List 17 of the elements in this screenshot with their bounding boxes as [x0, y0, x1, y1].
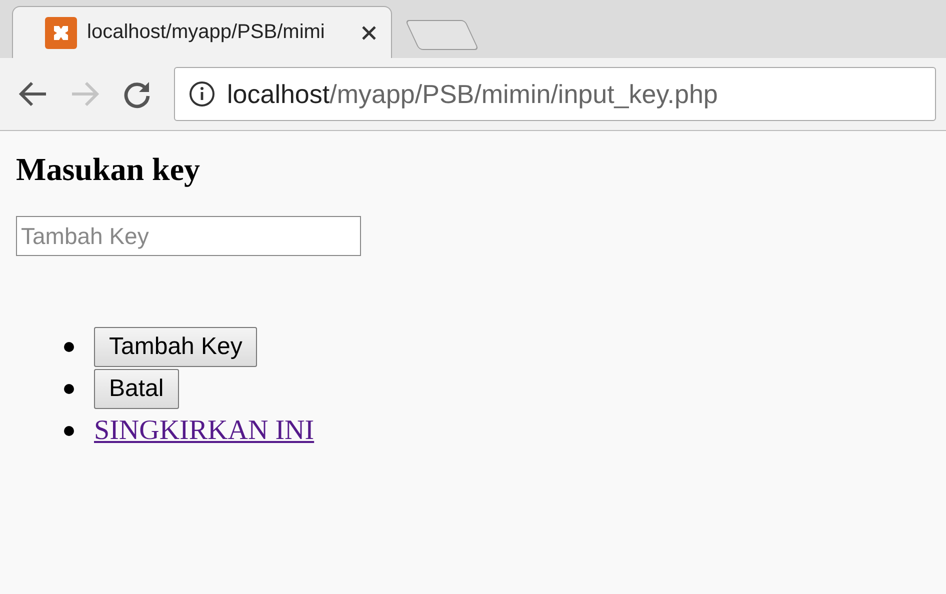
- url-host: localhost: [227, 78, 330, 110]
- key-input[interactable]: Tambah Key: [16, 216, 361, 256]
- url-path: /myapp/PSB/mimin/input_key.php: [330, 78, 718, 110]
- info-icon: [189, 81, 215, 107]
- action-button[interactable]: Tambah Key: [94, 327, 258, 367]
- back-icon[interactable]: [18, 81, 48, 107]
- tab-title: localhost/myapp/PSB/mimi: [87, 21, 326, 44]
- bullet-icon: [64, 342, 74, 352]
- action-button[interactable]: Batal: [94, 369, 179, 409]
- bullet-icon: [64, 384, 74, 394]
- close-icon[interactable]: [361, 24, 377, 40]
- bullet-icon: [64, 426, 74, 436]
- dismiss-link[interactable]: SINGKIRKAN INI: [94, 415, 314, 447]
- app-logo-icon: [45, 16, 77, 48]
- page-heading: Masukan key: [16, 151, 202, 188]
- browser-tab[interactable]: localhost/myapp/PSB/mimi: [12, 6, 392, 58]
- address-bar[interactable]: localhost/myapp/PSB/mimin/input_key.php: [174, 67, 936, 121]
